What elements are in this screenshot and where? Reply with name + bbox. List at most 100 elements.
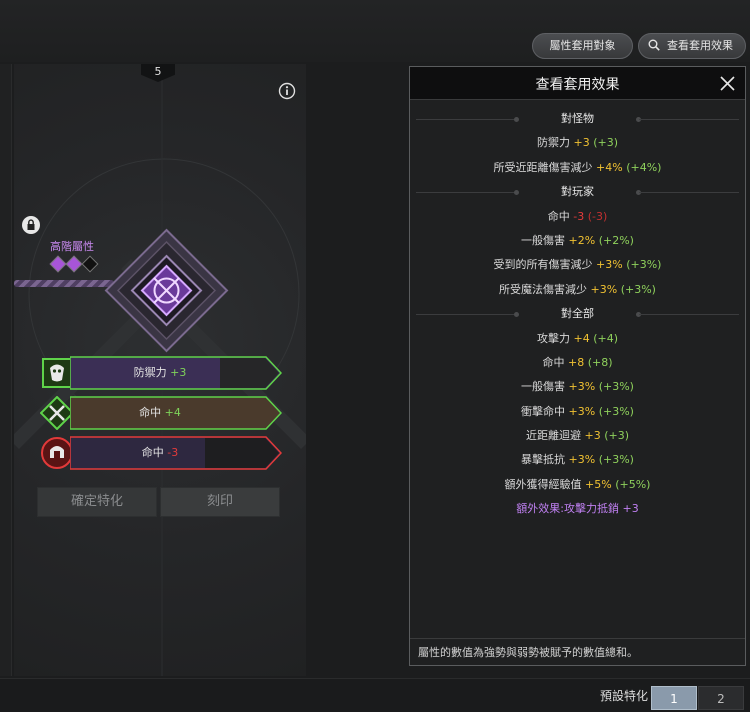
effect-name: 所受魔法傷害減少 xyxy=(499,282,588,296)
effect-stat-row: 近距離迴避 +3 (+3) xyxy=(410,424,745,448)
close-icon[interactable] xyxy=(720,76,735,91)
effect-value: +3% xyxy=(568,453,596,467)
effect-base-value: (+8) xyxy=(587,355,613,369)
effect-stat-row: 命中 -3 (-3) xyxy=(410,205,745,229)
effect-section-header: 對玩家 xyxy=(410,180,745,204)
effect-stat-row: 防禦力 +3 (+3) xyxy=(410,131,745,155)
effect-stat-row: 所受近距離傷害減少 +4% (+4%) xyxy=(410,156,745,180)
effect-panel-title: 查看套用效果 xyxy=(535,77,620,93)
effect-value: +3% xyxy=(568,380,596,394)
effect-name: 額外效果:攻擊力抵銷 xyxy=(516,502,619,516)
divider-dot xyxy=(514,312,519,318)
effect-stat-row: 所受魔法傷害減少 +3% (+3%) xyxy=(410,278,745,302)
apply-target-button[interactable]: 屬性套用對象 xyxy=(532,33,633,59)
effect-name: 受到的所有傷害減少 xyxy=(493,258,593,272)
effect-value: -3 xyxy=(573,209,585,223)
effect-value: +3% xyxy=(568,404,596,418)
effect-base-value: (+3) xyxy=(593,136,619,150)
effect-panel-header: 查看套用效果 xyxy=(410,67,745,100)
effect-base-value: (+3%) xyxy=(598,380,634,394)
effect-stat-row: 受到的所有傷害減少 +3% (+3%) xyxy=(410,253,745,277)
view-effect-label: 查看套用效果 xyxy=(667,39,733,52)
effect-stat-row: 額外獲得經驗值 +5% (+5%) xyxy=(410,473,745,497)
effect-list: 對怪物 防禦力 +3 (+3) 所受近距離傷害減少 +4% (+4%) 對玩家 命中 -… xyxy=(410,107,745,522)
effect-name: 防禦力 xyxy=(536,136,570,150)
effect-name: 近距離迴避 xyxy=(525,429,581,443)
info-icon[interactable] xyxy=(278,82,296,100)
divider-dot xyxy=(514,190,519,196)
effect-value: +4% xyxy=(596,160,623,174)
chain-rope xyxy=(14,280,114,287)
beast-head-icon xyxy=(42,358,72,388)
preset-label: 預設特化 xyxy=(600,689,649,703)
divider xyxy=(416,314,516,316)
effect-value: +3% xyxy=(596,258,623,272)
effect-name: 衝擊命中 xyxy=(521,404,566,418)
lock-icon xyxy=(22,216,40,234)
effect-base-value: (+3%) xyxy=(626,258,662,272)
slot-attribute-name: 命中 xyxy=(141,446,164,459)
effect-stat-row: 暴擊抵抗 +3% (+3%) xyxy=(410,448,745,472)
confirm-specialization-button[interactable]: 確定特化 xyxy=(37,487,157,517)
effect-name: 額外獲得經驗值 xyxy=(504,477,582,491)
advanced-attribute-label: 高階屬性 xyxy=(50,240,94,253)
effect-value: +3 xyxy=(573,136,590,150)
view-effect-button[interactable]: 查看套用效果 xyxy=(638,33,746,59)
effect-stat-row: 一般傷害 +3% (+3%) xyxy=(410,375,745,399)
effect-bonus-row: 額外效果:攻擊力抵銷 +3 xyxy=(410,497,745,521)
effect-base-value: (+4) xyxy=(593,331,619,345)
effect-panel: 查看套用效果 對怪物 防禦力 +3 (+3) 所受近距離傷害減少 +4% (+4%)… xyxy=(409,66,746,666)
effect-name: 一般傷害 xyxy=(521,233,566,247)
attribute-slot-defense[interactable]: 防禦力 +3 xyxy=(40,356,282,390)
effect-value: +8 xyxy=(567,355,585,369)
effect-value: +3 xyxy=(584,429,601,443)
slot-attribute-value: -3 xyxy=(167,446,179,459)
effect-name: 命中 xyxy=(542,355,565,369)
effect-stat-row: 一般傷害 +2% (+2%) xyxy=(410,229,745,253)
effect-stat-row: 命中 +8 (+8) xyxy=(410,351,745,375)
preset-button-1[interactable]: 1 xyxy=(651,686,697,710)
divider xyxy=(416,192,516,194)
effect-base-value: (+2%) xyxy=(598,233,634,247)
effect-value: +2% xyxy=(568,233,596,247)
engrave-button[interactable]: 刻印 xyxy=(160,487,280,517)
effect-base-value: (+3%) xyxy=(598,453,634,467)
search-icon xyxy=(648,39,660,51)
slot-attribute-value: +3 xyxy=(170,366,187,379)
helmet-icon xyxy=(41,437,73,469)
slot-attribute-value: +4 xyxy=(164,406,181,419)
effect-base-value: (-3) xyxy=(587,209,608,223)
effect-name: 所受近距離傷害減少 xyxy=(493,160,593,174)
attribute-slot-accuracy[interactable]: 命中 +4 xyxy=(40,396,282,430)
slot-attribute-name: 防禦力 xyxy=(133,366,167,379)
divider xyxy=(416,119,516,120)
effect-section-header: 對怪物 xyxy=(410,107,745,131)
effect-name: 暴擊抵抗 xyxy=(521,453,566,467)
divider xyxy=(639,119,739,120)
effect-stat-row: 攻擊力 +4 (+4) xyxy=(410,327,745,351)
effect-base-value: (+3) xyxy=(604,429,630,443)
effect-footer-note: 屬性的數值為強勢與弱勢被賦予的數值總和。 xyxy=(410,638,745,665)
divider xyxy=(639,192,739,194)
divider xyxy=(639,314,739,316)
effect-name: 一般傷害 xyxy=(521,380,566,394)
preset-button-2[interactable]: 2 xyxy=(698,686,744,710)
effect-section-header: 對全部 xyxy=(410,302,745,326)
divider-dot xyxy=(514,117,519,122)
effect-base-value: (+4%) xyxy=(626,160,662,174)
slot-label: 命中 -3 xyxy=(70,436,250,470)
crossed-swords-icon xyxy=(40,396,74,430)
effect-name: 攻擊力 xyxy=(536,331,570,345)
slot-attribute-name: 命中 xyxy=(139,406,162,419)
slot-label: 防禦力 +3 xyxy=(70,356,250,390)
effect-value: +5% xyxy=(585,477,612,491)
effect-name: 命中 xyxy=(547,209,570,223)
section-label: 對全部 xyxy=(561,307,594,321)
section-label: 對怪物 xyxy=(561,112,594,125)
attribute-slot-accuracy-penalty[interactable]: 命中 -3 xyxy=(40,436,282,470)
effect-value: +3% xyxy=(590,282,618,296)
specialization-emblem-icon[interactable] xyxy=(104,228,229,353)
effect-base-value: (+5%) xyxy=(615,477,651,491)
effect-base-value: (+3%) xyxy=(598,404,634,418)
section-label: 對玩家 xyxy=(561,185,594,199)
